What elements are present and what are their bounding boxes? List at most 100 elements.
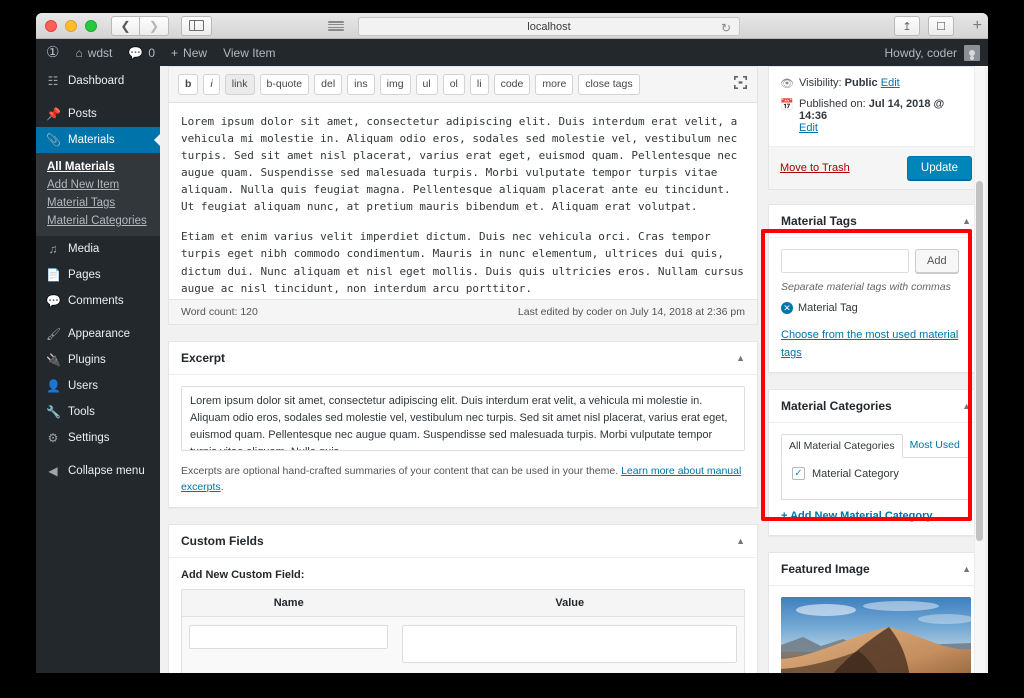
menu-separator bbox=[36, 314, 160, 321]
featured-image-panel-header[interactable]: Featured Image ▲ bbox=[769, 553, 983, 586]
account-menu[interactable]: Howdy, coder bbox=[885, 44, 980, 61]
quicktag-bold[interactable]: b bbox=[178, 74, 199, 96]
quicktag-link[interactable]: link bbox=[224, 74, 255, 96]
avatar bbox=[964, 44, 980, 61]
sidebar-item-dashboard[interactable]: ☷ Dashboard bbox=[36, 68, 160, 94]
show-tabs-icon[interactable]: ☐ bbox=[928, 16, 954, 36]
back-icon[interactable]: ❮ bbox=[111, 15, 140, 36]
custom-field-name-input[interactable] bbox=[189, 624, 389, 649]
reload-icon[interactable]: ↻ bbox=[721, 21, 731, 35]
fullscreen-icon[interactable] bbox=[734, 76, 747, 89]
custom-fields-panel-header[interactable]: Custom Fields ▲ bbox=[169, 525, 757, 558]
sidebar-item-materials[interactable]: 📎 Materials bbox=[36, 127, 161, 153]
chevron-up-icon[interactable]: ▲ bbox=[736, 353, 745, 363]
value-cell bbox=[395, 616, 744, 673]
comments-link[interactable]: 💬 0 bbox=[120, 39, 163, 66]
chevron-up-icon[interactable]: ▲ bbox=[962, 564, 971, 574]
forward-icon[interactable]: ❯ bbox=[140, 15, 169, 36]
wordpress-logo-icon[interactable]: ① bbox=[36, 39, 67, 66]
material-tag-input[interactable] bbox=[781, 249, 909, 273]
update-button[interactable]: Update bbox=[906, 156, 972, 180]
category-checkbox[interactable]: ✓ bbox=[792, 467, 805, 480]
editor-textarea[interactable]: Lorem ipsum dolor sit amet, consectetur … bbox=[169, 103, 757, 299]
wp-admin-bar: ① ⌂ wdst 💬 0 + New View Item Howdy, code… bbox=[36, 39, 988, 66]
site-name-link[interactable]: ⌂ wdst bbox=[67, 39, 120, 66]
name-cell bbox=[182, 616, 396, 673]
edit-published-link[interactable]: Edit bbox=[799, 122, 818, 134]
quicktags-toolbar: b i link b-quote del ins img ul ol li co… bbox=[169, 67, 757, 104]
maximize-window-button[interactable] bbox=[85, 19, 97, 32]
material-tags-hint: Separate material tags with commas bbox=[781, 281, 951, 293]
sidebar-item-media[interactable]: ♫ Media bbox=[36, 236, 160, 262]
add-custom-field-label: Add New Custom Field: bbox=[181, 568, 305, 581]
tab-most-used[interactable]: Most Used bbox=[903, 434, 967, 457]
sidebar-item-collapse-menu[interactable]: ◀ Collapse menu bbox=[36, 458, 160, 484]
new-content-link[interactable]: + New bbox=[163, 39, 215, 66]
sidebar-item-label: Appearance bbox=[68, 328, 131, 340]
new-tab-icon[interactable]: + bbox=[973, 17, 982, 35]
most-used-tags-link[interactable]: Choose from the most used material tags bbox=[781, 329, 958, 359]
sidebar-item-users[interactable]: 👤 Users bbox=[36, 373, 160, 399]
sidebar-item-label: Dashboard bbox=[68, 75, 125, 87]
scrollbar-thumb[interactable] bbox=[976, 181, 983, 541]
move-to-trash-link[interactable]: Move to Trash bbox=[780, 162, 850, 174]
list-item[interactable]: ✓ Material Category bbox=[792, 467, 960, 480]
excerpt-panel-header[interactable]: Excerpt ▲ bbox=[169, 342, 757, 376]
last-edited: Last edited by coder on July 14, 2018 at… bbox=[517, 306, 745, 319]
sidebar-item-comments[interactable]: 💬 Comments bbox=[36, 288, 160, 314]
quicktag-del[interactable]: del bbox=[314, 74, 343, 96]
quicktag-ul[interactable]: ul bbox=[415, 74, 438, 96]
sidebar-item-label: Posts bbox=[68, 108, 97, 120]
chevron-up-icon[interactable]: ▲ bbox=[962, 216, 971, 226]
chevron-up-icon[interactable]: ▲ bbox=[962, 401, 971, 411]
share-icon[interactable]: ↥ bbox=[894, 16, 920, 36]
remove-circle-icon[interactable]: ✕ bbox=[781, 302, 793, 314]
quicktag-li[interactable]: li bbox=[469, 74, 489, 96]
quicktag-code[interactable]: code bbox=[493, 74, 531, 96]
quicktag-bquote[interactable]: b-quote bbox=[259, 74, 310, 96]
quicktag-more[interactable]: more bbox=[535, 74, 574, 96]
close-window-button[interactable] bbox=[45, 19, 57, 32]
add-new-material-category-link[interactable]: + Add New Material Category bbox=[781, 510, 933, 522]
material-categories-title: Material Categories bbox=[781, 399, 892, 413]
table-header-row: Name Value bbox=[181, 589, 745, 617]
submenu-item-add-new-item[interactable]: Add New Item bbox=[36, 176, 160, 194]
excerpt-input[interactable] bbox=[181, 386, 745, 452]
sidebar-item-appearance[interactable]: 🖌 Appearance bbox=[36, 321, 160, 347]
minimize-window-button[interactable] bbox=[65, 19, 77, 32]
quicktag-italic[interactable]: i bbox=[203, 74, 220, 96]
sidebar-item-pages[interactable]: 📄 Pages bbox=[36, 262, 160, 288]
add-tag-button[interactable]: Add bbox=[915, 249, 959, 273]
edit-visibility-link[interactable]: Edit bbox=[881, 77, 900, 89]
collapse-icon: ◀ bbox=[48, 464, 58, 478]
quicktag-close-tags[interactable]: close tags bbox=[578, 74, 640, 96]
address-bar[interactable]: localhost ↻ bbox=[358, 17, 740, 36]
sidebar-item-plugins[interactable]: 🔌 Plugins bbox=[36, 347, 160, 373]
material-categories-panel-header[interactable]: Material Categories ▲ bbox=[769, 390, 983, 423]
sidebar-item-settings[interactable]: ⚙ Settings bbox=[36, 425, 160, 451]
tab-all-material-categories[interactable]: All Material Categories bbox=[781, 434, 903, 458]
reader-menu-icon[interactable] bbox=[328, 19, 344, 33]
chevron-up-icon[interactable]: ▲ bbox=[736, 536, 745, 546]
quicktag-ins[interactable]: ins bbox=[347, 74, 375, 96]
post-main-column: Visual Text b i link b-quote del ins img… bbox=[168, 66, 758, 673]
url-text: localhost bbox=[527, 20, 571, 33]
quicktag-img[interactable]: img bbox=[379, 74, 411, 96]
quicktag-ol[interactable]: ol bbox=[442, 74, 465, 96]
submenu-item-all-materials[interactable]: All Materials bbox=[36, 158, 160, 176]
custom-field-value-input[interactable] bbox=[402, 624, 737, 663]
sidebar-toggle-icon[interactable] bbox=[181, 15, 212, 36]
tag-chip: ✕ Material Tag bbox=[781, 302, 971, 314]
view-item-link[interactable]: View Item bbox=[215, 39, 283, 66]
submenu-item-material-categories[interactable]: Material Categories bbox=[36, 212, 160, 230]
excerpt-help-text: Excerpts are optional hand-crafted summa… bbox=[181, 465, 619, 478]
sidebar-item-posts[interactable]: 📌 Posts bbox=[36, 101, 160, 127]
site-name-label: wdst bbox=[87, 45, 113, 60]
submenu-item-material-tags[interactable]: Material Tags bbox=[36, 194, 160, 212]
navigation-buttons: ❮ ❯ bbox=[111, 15, 169, 36]
admin-body: ☷ Dashboard 📌 Posts 📎 Materials All Mate… bbox=[36, 66, 988, 673]
featured-image-title: Featured Image bbox=[781, 562, 870, 576]
material-tags-panel-header[interactable]: Material Tags ▲ bbox=[769, 205, 983, 238]
sidebar-item-tools[interactable]: 🔧 Tools bbox=[36, 399, 160, 425]
featured-image-thumbnail[interactable] bbox=[781, 597, 971, 673]
